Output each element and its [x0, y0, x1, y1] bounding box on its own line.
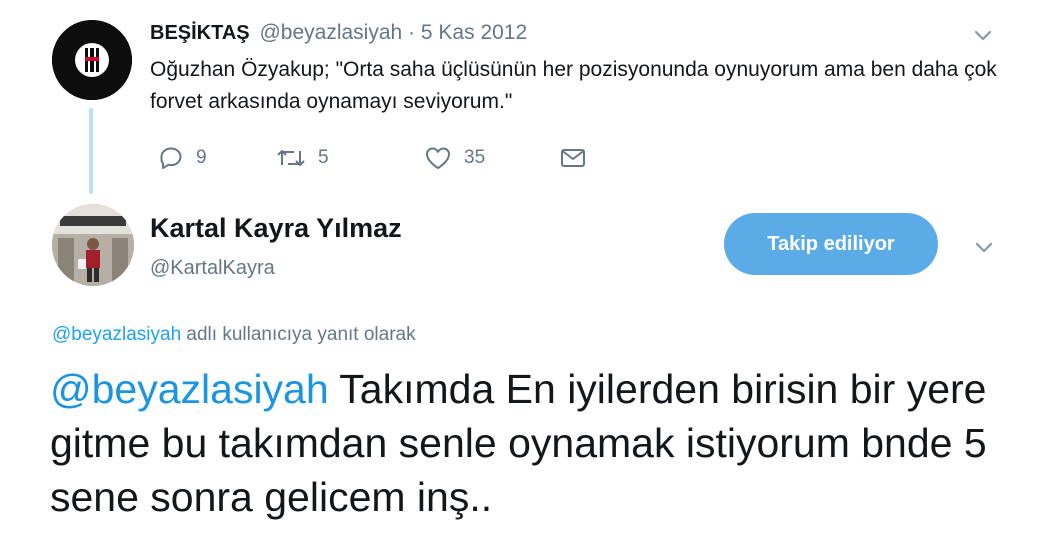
parent-tweet-date[interactable]: 5 Kas 2012	[421, 21, 527, 44]
reply-context-mention[interactable]: @beyazlasiyah	[52, 324, 181, 345]
like-button[interactable]: 35	[424, 140, 485, 176]
chevron-down-icon[interactable]	[973, 236, 995, 258]
following-button[interactable]: Takip ediliyor	[724, 213, 938, 275]
parent-tweet-actions: 9 5 35	[158, 140, 618, 176]
tweet-mention[interactable]: @beyazlasiyah	[50, 366, 329, 412]
reply-icon	[158, 145, 184, 171]
retweet-icon	[276, 145, 306, 171]
envelope-icon	[558, 145, 588, 171]
reply-context: @beyazlasiyah adlı kullanıcıya yanıt ola…	[52, 322, 416, 348]
parent-tweet-header: BEŞİKTAŞ @beyazlasiyah · 5 Kas 2012	[150, 20, 527, 46]
chevron-down-icon[interactable]	[972, 24, 994, 46]
reply-count: 9	[196, 147, 207, 168]
parent-author-name[interactable]: BEŞİKTAŞ	[150, 22, 250, 44]
reply-context-text: adlı kullanıcıya yanıt olarak	[181, 324, 416, 345]
parent-author-handle[interactable]: @beyazlasiyah	[259, 21, 402, 44]
besiktas-avatar[interactable]	[52, 20, 132, 100]
header-separator: ·	[408, 21, 416, 44]
tweet-text: @beyazlasiyah Takımda En iyilerden biris…	[50, 362, 1010, 524]
parent-tweet-text: Oğuzhan Özyakup; "Orta saha üçlüsünün he…	[150, 58, 997, 113]
direct-message-button[interactable]	[558, 140, 588, 176]
like-count: 35	[464, 147, 486, 168]
retweet-button[interactable]: 5	[276, 140, 329, 176]
heart-icon	[424, 145, 452, 171]
reply-button[interactable]: 9	[158, 140, 207, 176]
user-display-name[interactable]: Kartal Kayra Yılmaz	[150, 212, 402, 244]
user-avatar[interactable]	[52, 204, 134, 286]
thread-connector-line	[89, 108, 93, 194]
tweet-detail-page: BEŞİKTAŞ @beyazlasiyah · 5 Kas 2012 Oğuz…	[0, 0, 1041, 555]
retweet-count: 5	[318, 147, 329, 168]
user-handle[interactable]: @KartalKayra	[150, 255, 275, 281]
